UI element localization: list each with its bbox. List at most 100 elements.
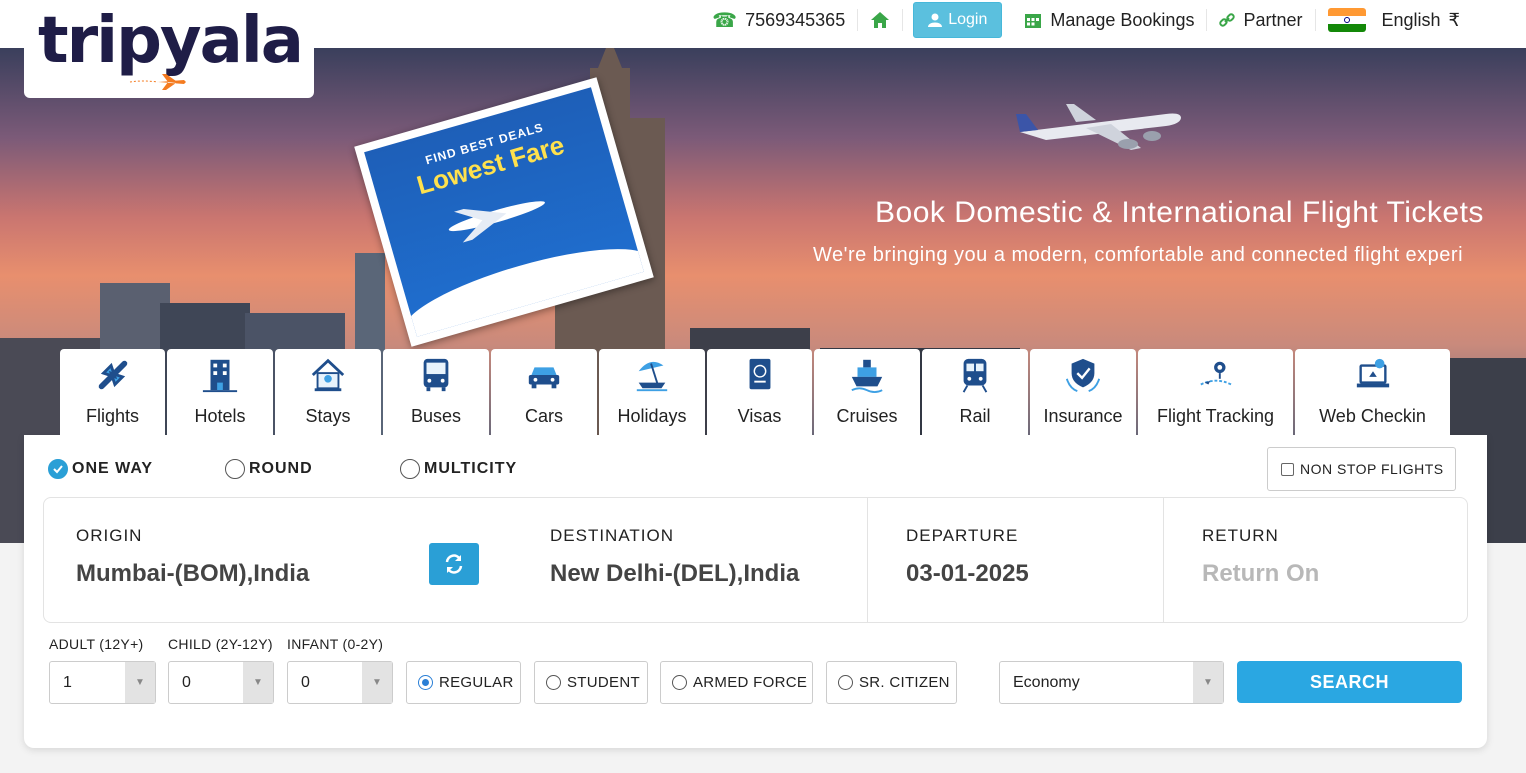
- radio-icon: [400, 459, 420, 479]
- hero-subtitle: We're bringing you a modern, comfortable…: [813, 244, 1464, 266]
- child-value: 0: [182, 673, 191, 691]
- cabin-class-value: Economy: [1013, 673, 1080, 691]
- divider: [867, 498, 868, 622]
- login-label: Login: [948, 11, 988, 28]
- language-selector[interactable]: English ₹: [1316, 8, 1473, 32]
- route-fields: ORIGIN Mumbai-(BOM),India DESTINATION Ne…: [43, 497, 1468, 623]
- tab-stays[interactable]: Stays: [275, 349, 381, 435]
- shield-hand-icon: [1065, 358, 1101, 393]
- destination-value: New Delhi-(DEL),India: [550, 560, 800, 587]
- tab-visas[interactable]: Visas: [707, 349, 812, 435]
- tab-insurance[interactable]: Insurance: [1030, 349, 1136, 435]
- top-nav: ☎ 7569345365 Login Manage Bookings Partn…: [700, 0, 1472, 40]
- tab-cars[interactable]: Cars: [491, 349, 597, 435]
- tab-flight-tracking[interactable]: Flight Tracking: [1138, 349, 1293, 435]
- tab-label: Flights: [85, 406, 139, 426]
- infant-select[interactable]: 0 ▼: [287, 661, 393, 704]
- child-label: CHILD (2Y-12Y): [168, 636, 273, 652]
- phone-item[interactable]: ☎ 7569345365: [700, 9, 859, 32]
- fare-armed-force[interactable]: ARMED FORCE: [660, 661, 813, 704]
- chevron-down-icon: ▼: [243, 662, 273, 703]
- phone-icon: ☎: [712, 9, 738, 32]
- trip-type-selector: ONE WAY ROUND MULTICITY: [48, 459, 517, 479]
- tab-label: Cruises: [836, 406, 898, 426]
- trip-type-one-way[interactable]: ONE WAY: [48, 459, 225, 479]
- divider: [1163, 498, 1164, 622]
- language-label: English: [1381, 9, 1441, 30]
- fare-regular[interactable]: REGULAR: [406, 661, 521, 704]
- tab-label: Cars: [524, 406, 563, 426]
- chevron-down-icon: ▼: [125, 662, 155, 703]
- bus-icon: [423, 358, 449, 392]
- tab-flights[interactable]: Flights: [60, 349, 165, 435]
- plane-icon: [98, 360, 127, 390]
- india-flag-icon: [1327, 8, 1366, 32]
- chevron-down-icon: ▼: [1193, 662, 1223, 703]
- tab-label: Insurance: [1043, 406, 1123, 426]
- login-button[interactable]: Login: [913, 2, 1003, 38]
- radio-icon: [418, 675, 433, 690]
- fare-label: ARMED FORCE: [693, 674, 808, 691]
- chevron-down-icon: ▼: [362, 662, 392, 703]
- adult-value: 1: [63, 673, 72, 691]
- non-stop-label: NON STOP FLIGHTS: [1300, 461, 1444, 477]
- departure-value: 03-01-2025: [906, 560, 1029, 587]
- search-button[interactable]: SEARCH: [1237, 661, 1462, 703]
- tab-hotels[interactable]: Hotels: [167, 349, 273, 435]
- tracking-icon: [1199, 361, 1232, 386]
- car-icon: [528, 367, 560, 389]
- partner-label: Partner: [1243, 9, 1303, 30]
- home-link[interactable]: [858, 9, 904, 31]
- tab-label: Buses: [410, 406, 462, 426]
- trip-type-label: ROUND: [249, 460, 313, 477]
- fare-label: STUDENT: [567, 674, 640, 691]
- tab-rail[interactable]: Rail: [922, 349, 1028, 435]
- departure-label: DEPARTURE: [906, 526, 1019, 545]
- link-icon: [1219, 13, 1236, 27]
- tab-label: Rail: [959, 406, 991, 426]
- logo[interactable]: tripyala: [24, 0, 314, 98]
- tab-label: Hotels: [194, 406, 246, 426]
- manage-bookings-link[interactable]: Manage Bookings: [1012, 9, 1208, 31]
- check-circle-icon: [48, 459, 68, 479]
- user-icon: [928, 13, 943, 27]
- partner-link[interactable]: Partner: [1207, 9, 1316, 31]
- search-panel: ONE WAY ROUND MULTICITY NON STOP FLIGHTS…: [24, 435, 1487, 748]
- swap-button[interactable]: [429, 543, 479, 585]
- fare-label: SR. CITIZEN: [859, 674, 950, 691]
- adult-select[interactable]: 1 ▼: [49, 661, 156, 704]
- infant-value: 0: [301, 673, 310, 691]
- tab-label: Visas: [737, 406, 782, 426]
- radio-icon: [838, 675, 853, 690]
- logo-plane-icon: [129, 74, 186, 90]
- return-label: RETURN: [1202, 526, 1279, 545]
- non-stop-checkbox[interactable]: NON STOP FLIGHTS: [1267, 447, 1456, 491]
- fare-label: REGULAR: [439, 674, 514, 691]
- tab-holidays[interactable]: Holidays: [599, 349, 705, 435]
- home-icon: [871, 12, 890, 28]
- tab-buses[interactable]: Buses: [383, 349, 489, 435]
- fare-sr-citizen[interactable]: SR. CITIZEN: [826, 661, 957, 704]
- tab-cruises[interactable]: Cruises: [814, 349, 920, 435]
- tab-web-checkin[interactable]: Web Checkin: [1295, 349, 1450, 435]
- child-select[interactable]: 0 ▼: [168, 661, 274, 704]
- radio-icon: [225, 459, 245, 479]
- fare-student[interactable]: STUDENT: [534, 661, 648, 704]
- train-icon: [962, 358, 988, 393]
- trip-type-multicity[interactable]: MULTICITY: [400, 459, 517, 479]
- hotel-icon: [202, 359, 238, 393]
- trip-type-round[interactable]: ROUND: [225, 459, 400, 479]
- house-icon: [311, 358, 345, 392]
- phone-number: 7569345365: [745, 9, 846, 30]
- radio-icon: [546, 675, 561, 690]
- beach-icon: [636, 361, 668, 392]
- return-placeholder: Return On: [1202, 560, 1320, 587]
- tab-label: Web Checkin: [1319, 406, 1426, 426]
- ship-icon: [851, 359, 883, 394]
- airplane-image: [1016, 104, 1181, 150]
- swap-icon: [445, 554, 463, 574]
- calendar-icon: [1025, 14, 1042, 28]
- tab-label: Holidays: [617, 406, 687, 426]
- manage-bookings-label: Manage Bookings: [1050, 9, 1195, 30]
- cabin-class-select[interactable]: Economy ▼: [999, 661, 1224, 704]
